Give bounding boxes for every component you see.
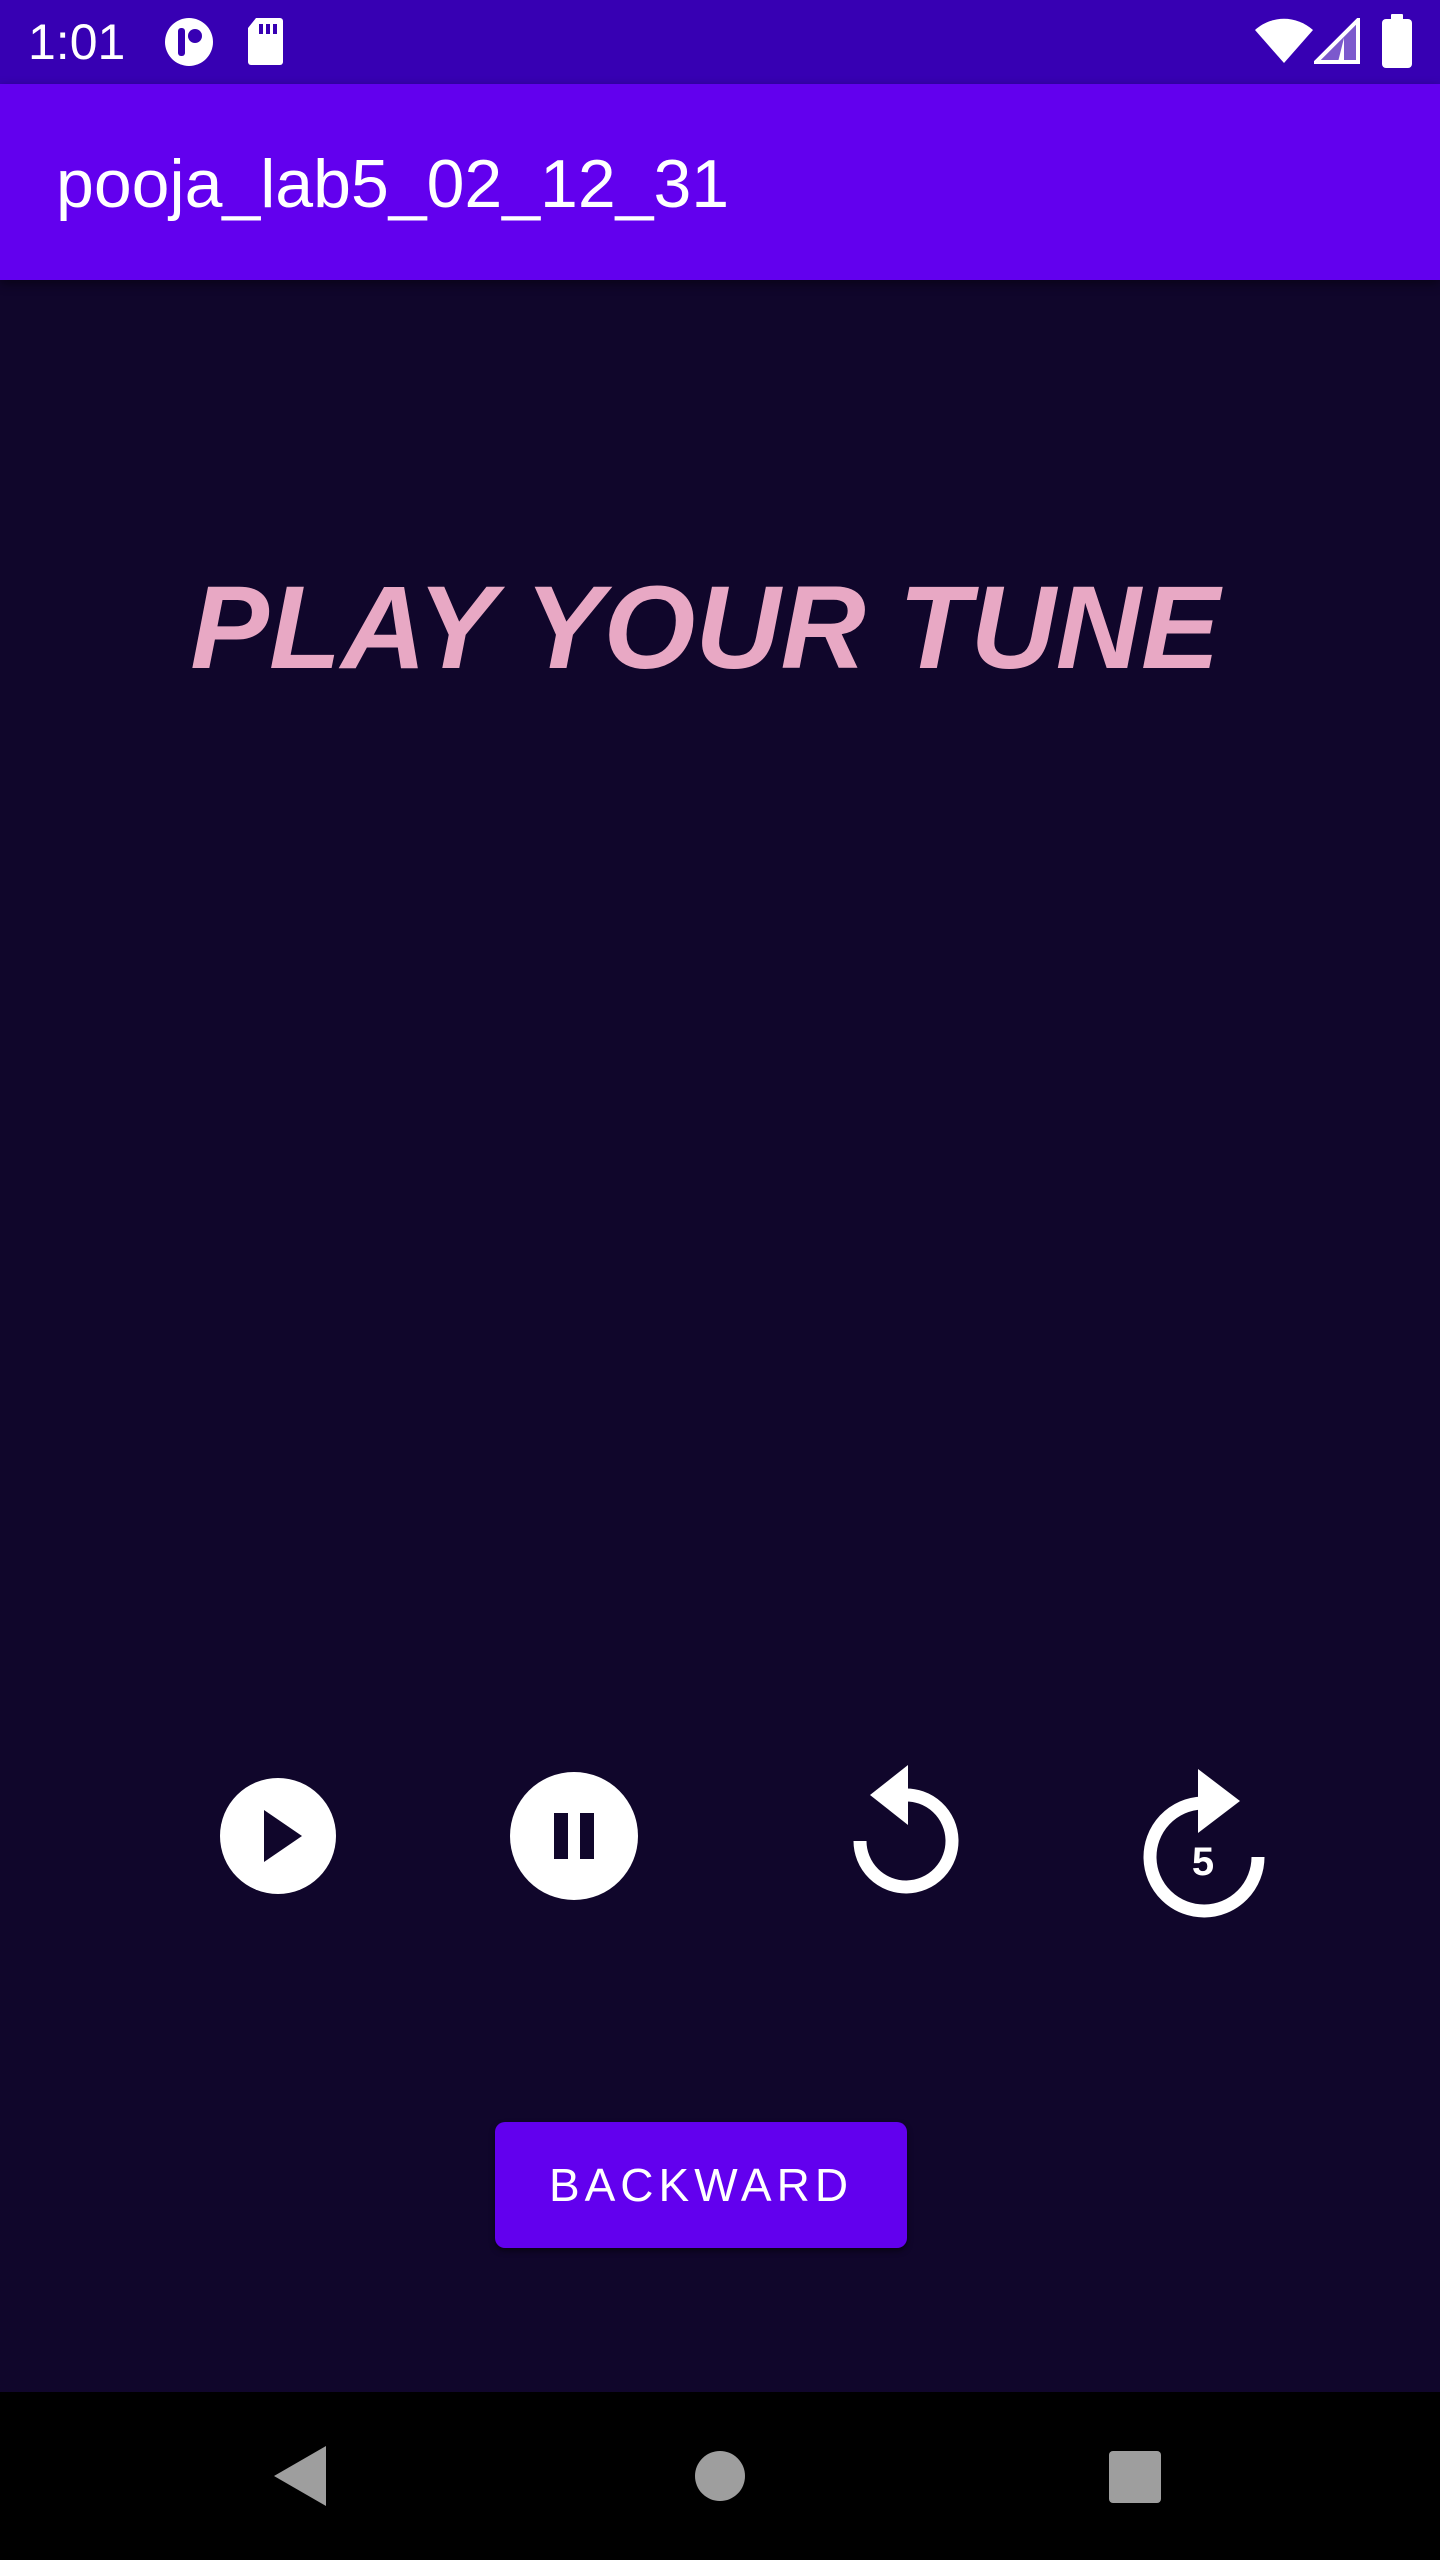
forward-5-icon: 5	[1143, 1769, 1265, 1918]
navigation-bar	[0, 2392, 1440, 2560]
pause-button[interactable]	[509, 1771, 639, 1901]
headline: PLAY YOUR TUNE	[190, 562, 1220, 694]
replay-button[interactable]	[848, 1763, 964, 1903]
wifi-icon	[1254, 18, 1314, 68]
replay-icon	[853, 1765, 959, 1894]
record-icon	[163, 16, 215, 66]
app-bar: pooja_lab5_02_12_31	[0, 84, 1440, 280]
pause-circle-icon	[510, 1772, 638, 1900]
status-time: 1:01	[28, 14, 126, 70]
status-bar: 1:01	[0, 0, 1440, 84]
app-title: pooja_lab5_02_12_31	[56, 146, 730, 222]
recents-icon[interactable]	[1108, 2450, 1162, 2509]
forward-5-button[interactable]: 5	[1140, 1763, 1270, 1923]
play-button[interactable]	[218, 1776, 338, 1896]
sd-card-icon	[246, 16, 284, 66]
forward-5-label: 5	[1192, 1840, 1214, 1884]
signal-icon	[1311, 15, 1360, 68]
back-icon[interactable]	[270, 2444, 330, 2513]
backward-button[interactable]: BACKWARD	[495, 2122, 907, 2248]
home-icon[interactable]	[694, 2450, 746, 2507]
play-circle-icon	[220, 1778, 336, 1894]
battery-icon	[1382, 14, 1412, 68]
